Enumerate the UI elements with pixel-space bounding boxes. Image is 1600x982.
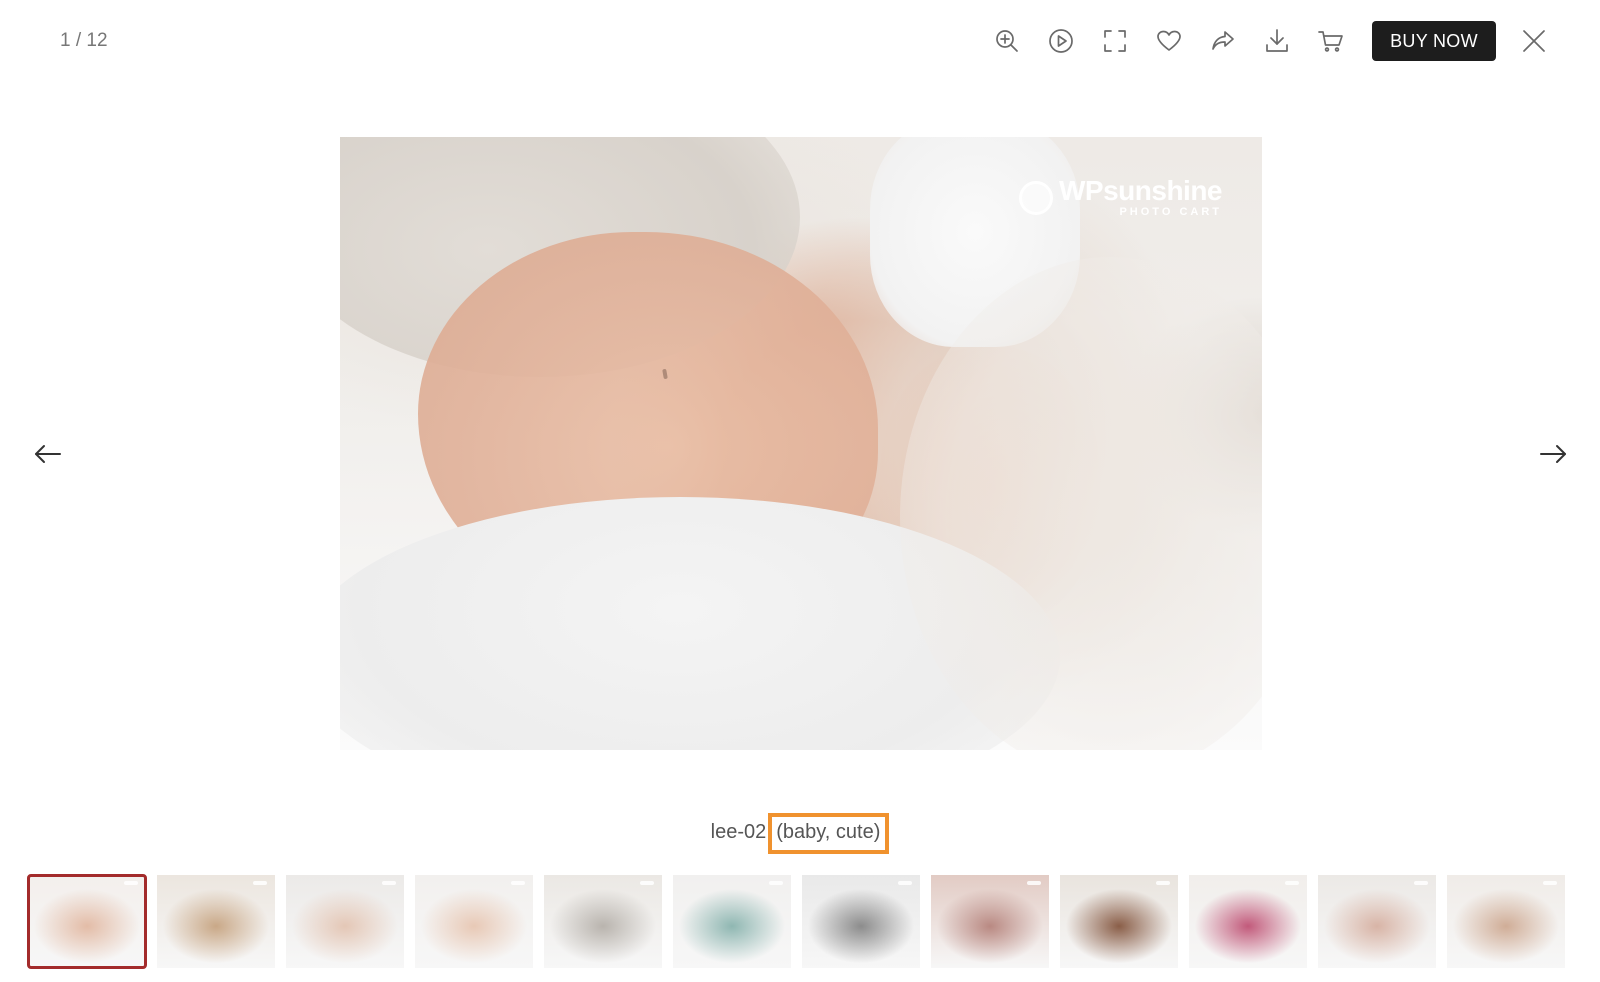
favorite-button[interactable] — [1142, 21, 1196, 61]
thumbnail-8[interactable] — [931, 875, 1049, 968]
cart-icon — [1318, 31, 1343, 52]
thumbnail-watermark — [1156, 881, 1170, 885]
thumbnail-watermark — [253, 881, 267, 885]
thumbnail-4[interactable] — [415, 875, 533, 968]
thumbnail-watermark — [640, 881, 654, 885]
download-icon — [1266, 29, 1288, 52]
fullscreen-button[interactable] — [1088, 21, 1142, 61]
heart-icon — [1157, 30, 1181, 51]
thumbnail-1[interactable] — [27, 874, 147, 969]
thumbnail-watermark — [124, 881, 138, 885]
thumbnail-watermark — [1543, 881, 1557, 885]
thumbnail-5[interactable] — [544, 875, 662, 968]
arrow-left-icon — [35, 445, 61, 463]
close-button[interactable] — [1516, 21, 1552, 61]
image-name: lee-02 — [710, 821, 767, 843]
thumbnail-watermark — [382, 881, 396, 885]
thumbnail-3[interactable] — [286, 875, 404, 968]
arrow-right-icon — [1540, 445, 1566, 463]
image-counter: 1 / 12 — [60, 30, 108, 51]
thumbnail-watermark — [1285, 881, 1299, 885]
image-caption: lee-02 (baby, cute) — [0, 813, 1600, 854]
watermark-logo: WPsunshine PHOTO CART — [1018, 175, 1223, 218]
thumbnail-watermark — [769, 881, 783, 885]
download-button[interactable] — [1250, 21, 1304, 61]
thumbnail-2[interactable] — [157, 875, 275, 968]
fullscreen-icon — [1104, 30, 1126, 52]
previous-image-button[interactable] — [28, 438, 68, 470]
thumbnail-7[interactable] — [802, 875, 920, 968]
thumbnail-12[interactable] — [1447, 875, 1565, 968]
watermark-circle-icon — [1018, 180, 1053, 215]
thumbnail-6[interactable] — [673, 875, 791, 968]
main-photo: WPsunshine PHOTO CART — [340, 137, 1262, 750]
slideshow-play-button[interactable] — [1034, 21, 1088, 61]
zoom-in-icon — [996, 30, 1018, 52]
image-tags-highlight: (baby, cute) — [768, 813, 890, 854]
thumbnail-11[interactable] — [1318, 875, 1436, 968]
thumbnail-9[interactable] — [1060, 875, 1178, 968]
thumbnail-watermark — [511, 881, 525, 885]
watermark-brand: WPsunshine — [1058, 175, 1223, 206]
zoom-in-button[interactable] — [980, 21, 1034, 61]
add-to-cart-button[interactable] — [1304, 21, 1358, 61]
play-icon — [1049, 29, 1073, 53]
close-icon — [1523, 30, 1545, 52]
thumbnail-watermark — [1027, 881, 1041, 885]
thumbnail-watermark — [1414, 881, 1428, 885]
next-image-button[interactable] — [1533, 438, 1573, 470]
share-icon — [1212, 31, 1234, 50]
thumbnail-strip — [27, 874, 1576, 969]
watermark-subtitle: PHOTO CART — [1119, 206, 1222, 218]
share-button[interactable] — [1196, 21, 1250, 61]
buy-now-button[interactable]: BUY NOW — [1372, 21, 1496, 61]
viewer-toolbar: BUY NOW — [980, 21, 1552, 61]
thumbnail-watermark — [898, 881, 912, 885]
thumbnail-10[interactable] — [1189, 875, 1307, 968]
